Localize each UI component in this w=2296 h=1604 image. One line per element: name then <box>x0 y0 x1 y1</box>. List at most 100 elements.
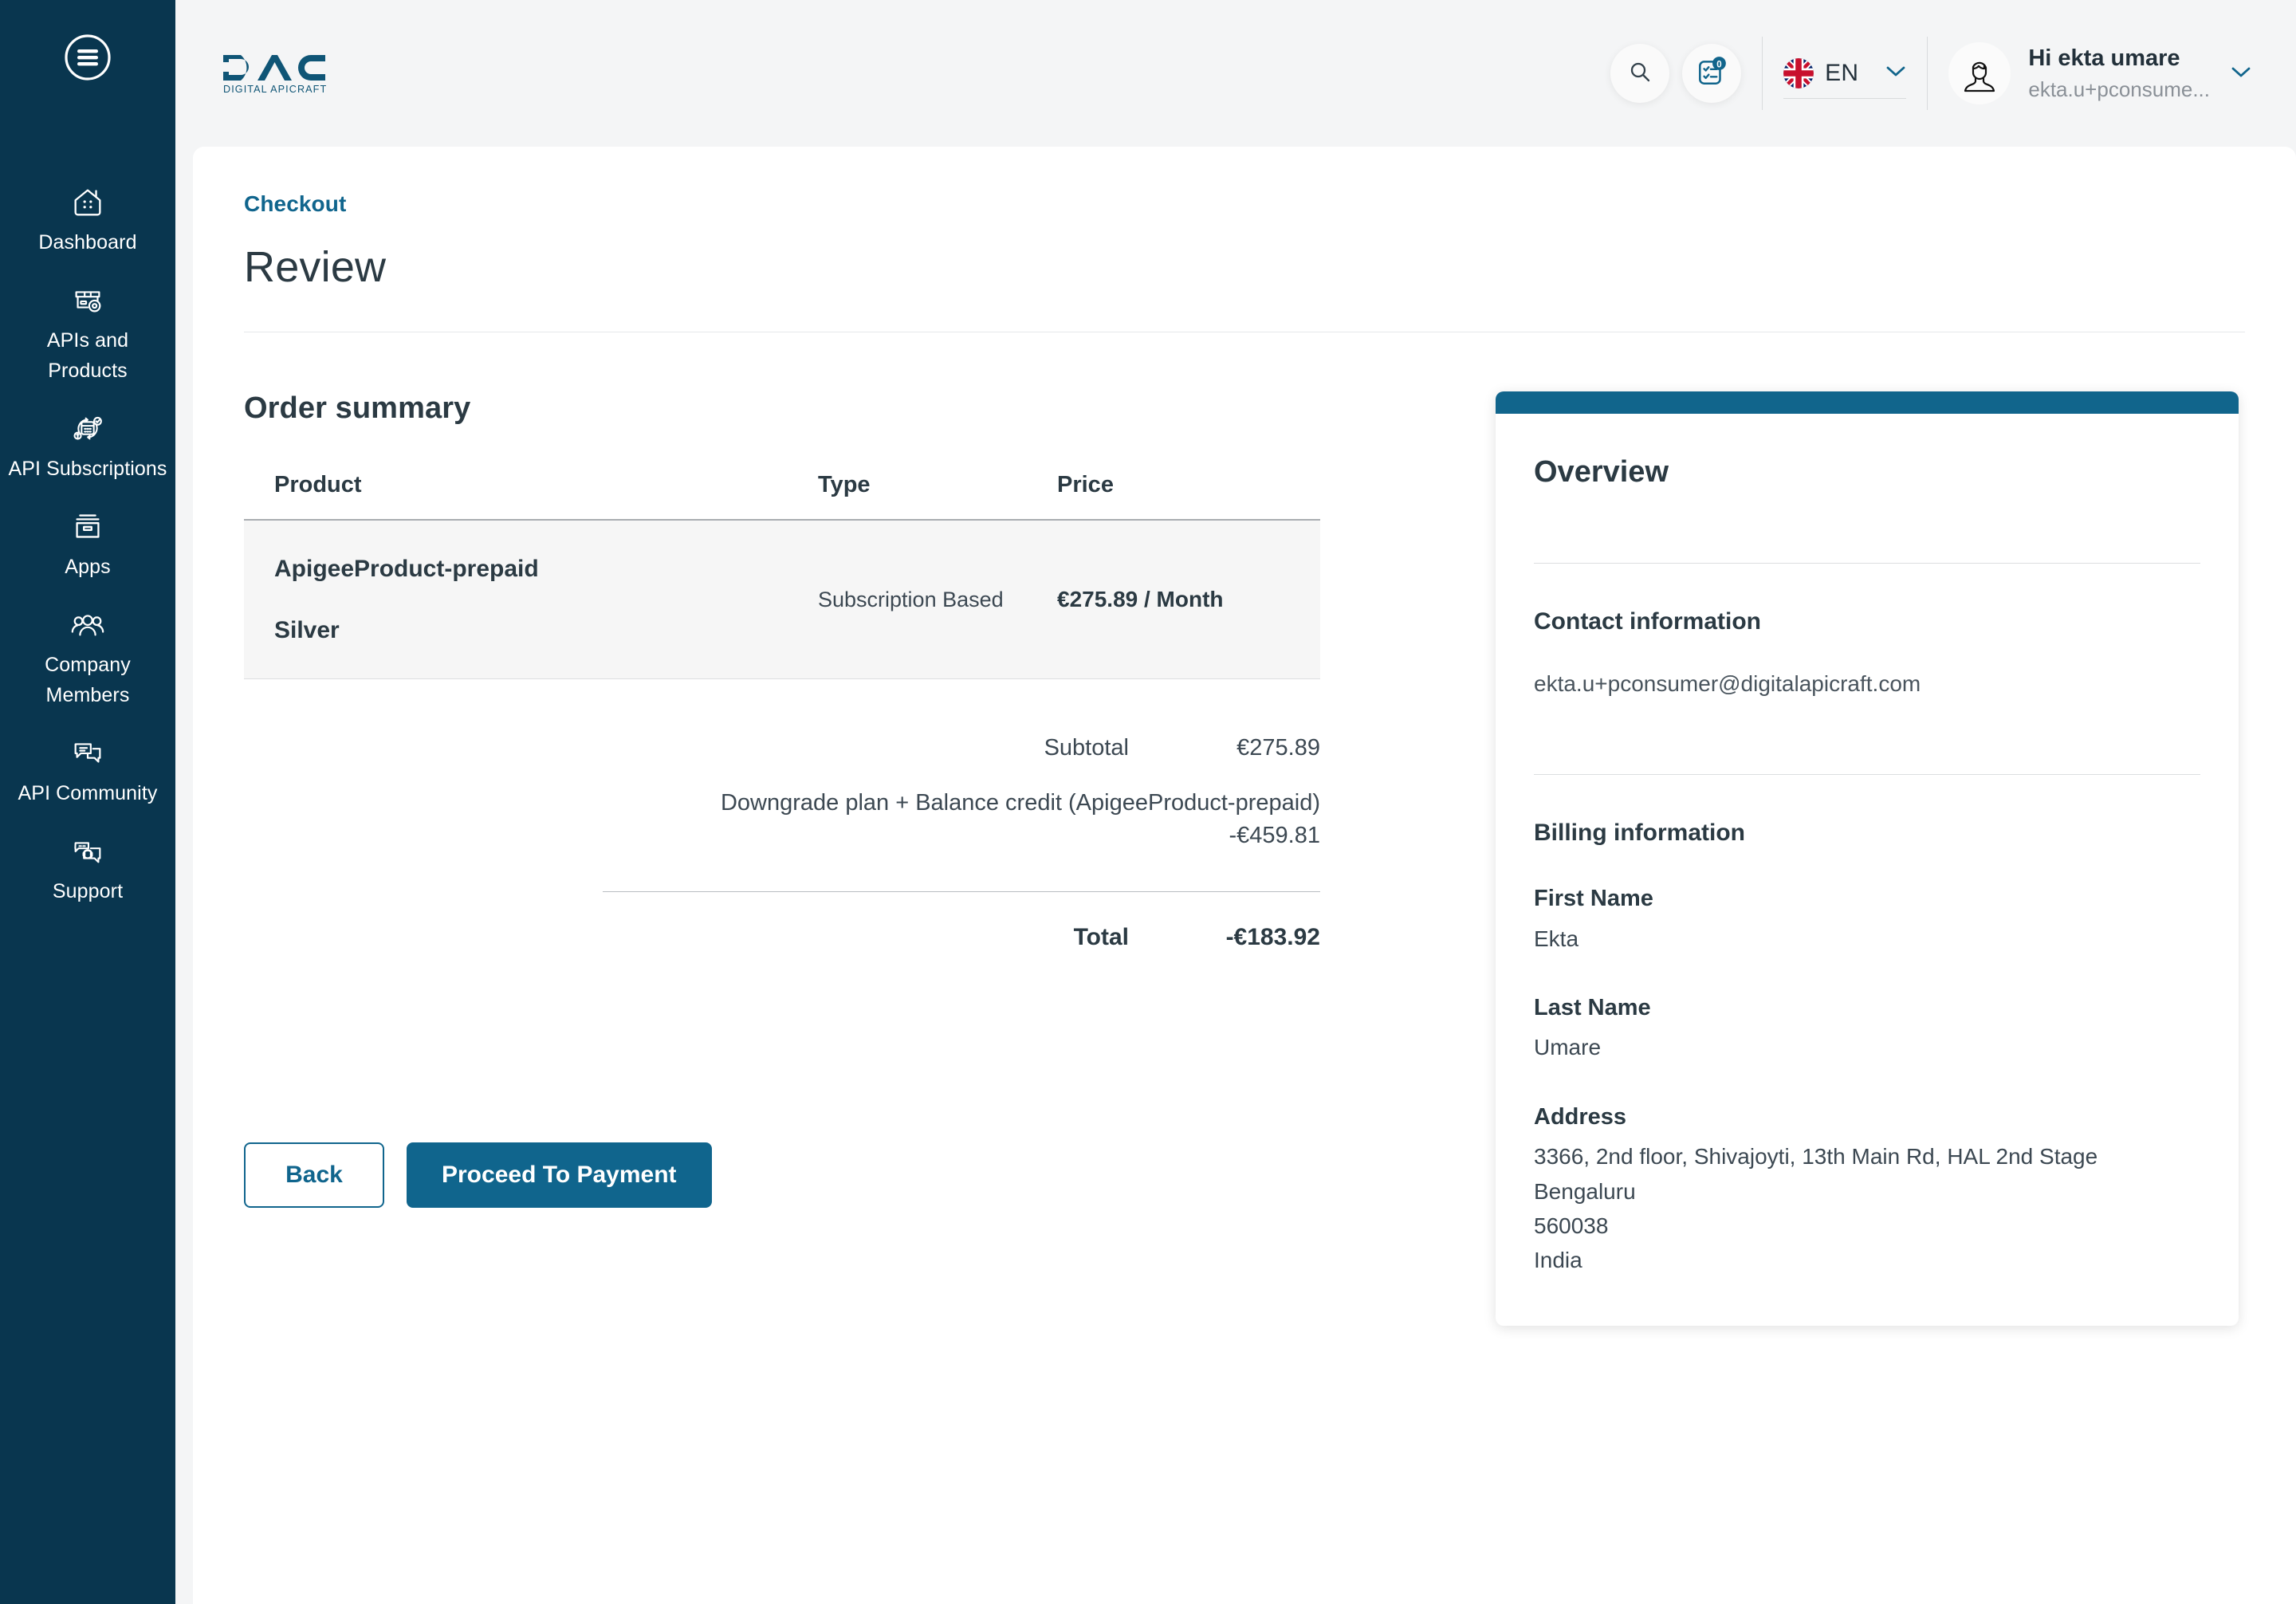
column-header-type: Type <box>818 472 871 497</box>
totals-divider <box>603 890 1320 892</box>
total-label: Total <box>1073 923 1129 950</box>
order-summary-heading: Order summary <box>244 391 471 425</box>
address-line: 560038 <box>1534 1213 1609 1239</box>
api-products-box-gear-icon <box>67 281 108 318</box>
back-button[interactable]: Back <box>244 1142 384 1209</box>
credit-label: Downgrade plan + Balance credit (ApigeeP… <box>720 790 1320 816</box>
sidebar-item-label: Company Members <box>45 654 131 706</box>
contact-email: ekta.u+pconsumer@digitalapicraft.com <box>1534 671 1921 696</box>
topbar-actions: 0 EN Hi ekta umare ekta.u+pconsume... <box>1598 37 2251 110</box>
app-root: Dashboard APIs and Products API Subscrip… <box>0 0 2296 1604</box>
chevron-down-icon <box>2231 65 2251 82</box>
content-card: Checkout Review Order summary Product Ty… <box>193 147 2296 1604</box>
sidebar-item-label: API Subscriptions <box>8 458 167 480</box>
overview-title: Overview <box>1534 455 1669 489</box>
sidebar: Dashboard APIs and Products API Subscrip… <box>0 0 175 1604</box>
sidebar-item-label: Support <box>52 880 124 902</box>
checklist-icon: 0 <box>1695 55 1728 92</box>
column-header-product: Product <box>274 472 362 497</box>
table-row-divider <box>244 678 1320 679</box>
table-row: ApigeeProduct-prepaid Silver Subscriptio… <box>244 521 1320 678</box>
apps-archive-box-icon <box>67 508 108 544</box>
sidebar-item-apps[interactable]: Apps <box>0 497 175 595</box>
sidebar-item-label: API Community <box>18 782 158 804</box>
address-line: 3366, 2nd floor, Shivajoyti, 13th Main R… <box>1534 1144 2098 1170</box>
overview-body: Overview Contact information ekta.u+pcon… <box>1496 414 2239 1326</box>
billing-information-heading: Billing information <box>1534 820 1745 846</box>
sidebar-nav: Dashboard APIs and Products API Subscrip… <box>0 172 175 919</box>
user-greeting: Hi ekta umare <box>2028 45 2180 71</box>
overview-card: Overview Contact information ekta.u+pcon… <box>1496 391 2239 1326</box>
hamburger-menu-icon[interactable] <box>62 32 113 83</box>
breadcrumb-checkout[interactable]: Checkout <box>244 191 346 217</box>
totals-row-total: Total -€183.92 <box>603 921 1320 955</box>
order-summary-section: Order summary Product Type Price ApigeeP… <box>244 391 1456 1326</box>
sidebar-item-label: Dashboard <box>38 231 137 254</box>
tasks-badge-count: 0 <box>1716 60 1721 69</box>
language-code: EN <box>1825 59 1859 86</box>
sidebar-item-company-members[interactable]: Company Members <box>0 595 175 723</box>
first-name-label: First Name <box>1534 886 1653 911</box>
topbar: DIGITAL APICRAFT 0 EN Hi ekta umare ekta… <box>175 0 2296 147</box>
sidebar-item-apis-and-products[interactable]: APIs and Products <box>0 270 175 399</box>
topbar-divider-1 <box>1762 37 1763 110</box>
field-address: Address 3366, 2nd floor, Shivajoyti, 13t… <box>1534 1100 2200 1278</box>
field-last-name: Last Name Umare <box>1534 991 2200 1065</box>
company-members-people-icon <box>67 606 108 643</box>
last-name-value: Umare <box>1534 1035 1602 1060</box>
product-name: ApigeeProduct-prepaid <box>274 555 539 582</box>
support-headset-chat-icon <box>67 832 108 869</box>
user-email: ekta.u+pconsume... <box>2028 77 2210 101</box>
column-header-price: Price <box>1057 472 1114 497</box>
chevron-down-icon <box>1885 65 1906 81</box>
uk-flag-icon <box>1783 57 1814 88</box>
user-avatar-icon <box>1948 42 2011 104</box>
table-header-row: Product Type Price <box>244 472 1320 521</box>
sidebar-item-support[interactable]: Support <box>0 821 175 919</box>
credit-block: Downgrade plan + Balance credit (ApigeeP… <box>603 787 1320 852</box>
user-text: Hi ekta umare ekta.u+pconsume... <box>2028 44 2210 104</box>
subtotal-value: €275.89 <box>1236 735 1320 761</box>
product-cell: ApigeeProduct-prepaid Silver <box>244 555 818 645</box>
totals-row-credit: Downgrade plan + Balance credit (ApigeeP… <box>603 776 1320 863</box>
sidebar-item-label: APIs and Products <box>46 329 129 382</box>
proceed-to-payment-button[interactable]: Proceed To Payment <box>407 1142 712 1209</box>
order-summary-table: Product Type Price ApigeeProduct-prepaid… <box>244 472 1320 679</box>
total-value: -€183.92 <box>1225 923 1320 950</box>
sidebar-item-dashboard[interactable]: Dashboard <box>0 172 175 270</box>
content-columns: Order summary Product Type Price ApigeeP… <box>244 391 2245 1326</box>
api-subscriptions-calendar-icon <box>67 410 108 446</box>
address-label: Address <box>1534 1103 1627 1130</box>
api-community-chat-icon <box>67 734 108 771</box>
sidebar-item-api-community[interactable]: API Community <box>0 723 175 821</box>
overview-divider-1 <box>1534 563 2200 564</box>
language-selector[interactable]: EN <box>1783 49 1907 99</box>
totals-block: Subtotal €275.89 Downgrade plan + Balanc… <box>603 721 1320 954</box>
credit-value: -€459.81 <box>1229 823 1321 849</box>
address-line: India <box>1534 1248 1582 1273</box>
dac-logo[interactable]: DIGITAL APICRAFT <box>222 51 395 96</box>
overview-accent-bar <box>1496 391 2239 414</box>
dashboard-home-icon <box>67 183 108 220</box>
address-line: Bengaluru <box>1534 1178 1636 1204</box>
totals-row-subtotal: Subtotal €275.89 <box>603 721 1320 776</box>
user-menu[interactable]: Hi ekta umare ekta.u+pconsume... <box>1948 42 2251 104</box>
contact-information-heading: Contact information <box>1534 608 1761 635</box>
topbar-divider-2 <box>1927 37 1928 110</box>
product-price: €275.89 / Month <box>1057 587 1224 611</box>
page-title: Review <box>244 243 387 291</box>
last-name-label: Last Name <box>1534 994 1651 1020</box>
search-button[interactable] <box>1610 44 1670 103</box>
field-first-name: First Name Ekta <box>1534 882 2200 956</box>
main-column: DIGITAL APICRAFT 0 EN Hi ekta umare ekta… <box>175 0 2296 1604</box>
svg-text:DIGITAL APICRAFT: DIGITAL APICRAFT <box>223 84 327 95</box>
tasks-button[interactable]: 0 <box>1682 44 1742 103</box>
product-tier: Silver <box>274 617 340 643</box>
sidebar-item-api-subscriptions[interactable]: API Subscriptions <box>0 399 175 497</box>
first-name-value: Ekta <box>1534 926 1579 951</box>
action-buttons: Back Proceed To Payment <box>244 1142 1424 1209</box>
sidebar-item-label: Apps <box>65 556 111 578</box>
overview-divider-2 <box>1534 774 2200 775</box>
search-icon <box>1627 59 1653 88</box>
product-type: Subscription Based <box>818 587 1004 611</box>
